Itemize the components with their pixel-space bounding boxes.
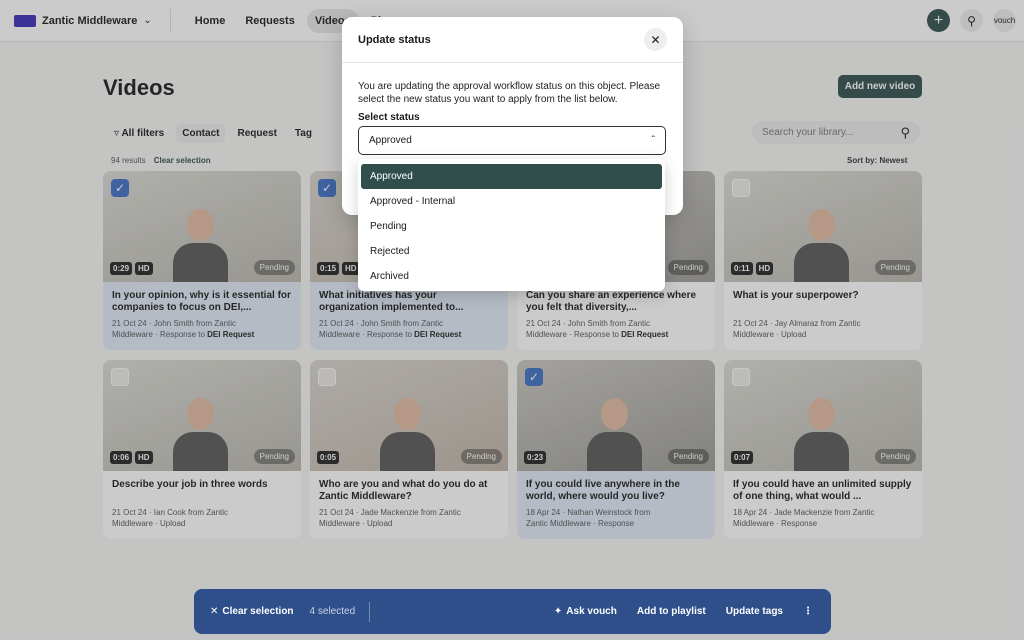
status-options-list: Approved Approved - Internal Pending Rej… [358, 159, 665, 291]
update-tags-button[interactable]: Update tags [726, 606, 783, 617]
clear-selection-label: Clear selection [222, 606, 294, 617]
selected-count: 4 selected [309, 606, 356, 617]
ask-vouch-label: Ask vouch [566, 606, 617, 617]
option-approved[interactable]: Approved [361, 164, 662, 189]
add-to-playlist-button[interactable]: Add to playlist [637, 606, 706, 617]
option-rejected[interactable]: Rejected [361, 239, 662, 264]
divider [369, 601, 371, 622]
option-archived[interactable]: Archived [361, 264, 662, 289]
more-options-icon[interactable]: ⋮ [803, 606, 813, 617]
status-select-value: Approved [369, 135, 412, 146]
close-icon[interactable]: ✕ [644, 28, 667, 51]
modal-title: Update status [358, 33, 431, 46]
select-status-label: Select status [358, 112, 420, 123]
close-icon: ✕ [210, 606, 219, 617]
status-select[interactable]: Approved ˆ [358, 126, 666, 155]
bulk-action-bar: ✕ Clear selection 4 selected ✦ Ask vouch A… [194, 589, 831, 634]
sparkle-icon: ✦ [553, 606, 563, 617]
chevron-up-icon: ˆ [651, 135, 655, 146]
clear-selection-button[interactable]: ✕ Clear selection [210, 606, 294, 617]
ask-vouch-button[interactable]: ✦ Ask vouch [554, 606, 617, 617]
option-approved-internal[interactable]: Approved - Internal [361, 189, 662, 214]
modal-description: You are updating the approval workflow s… [358, 81, 661, 105]
option-pending[interactable]: Pending [361, 214, 662, 239]
